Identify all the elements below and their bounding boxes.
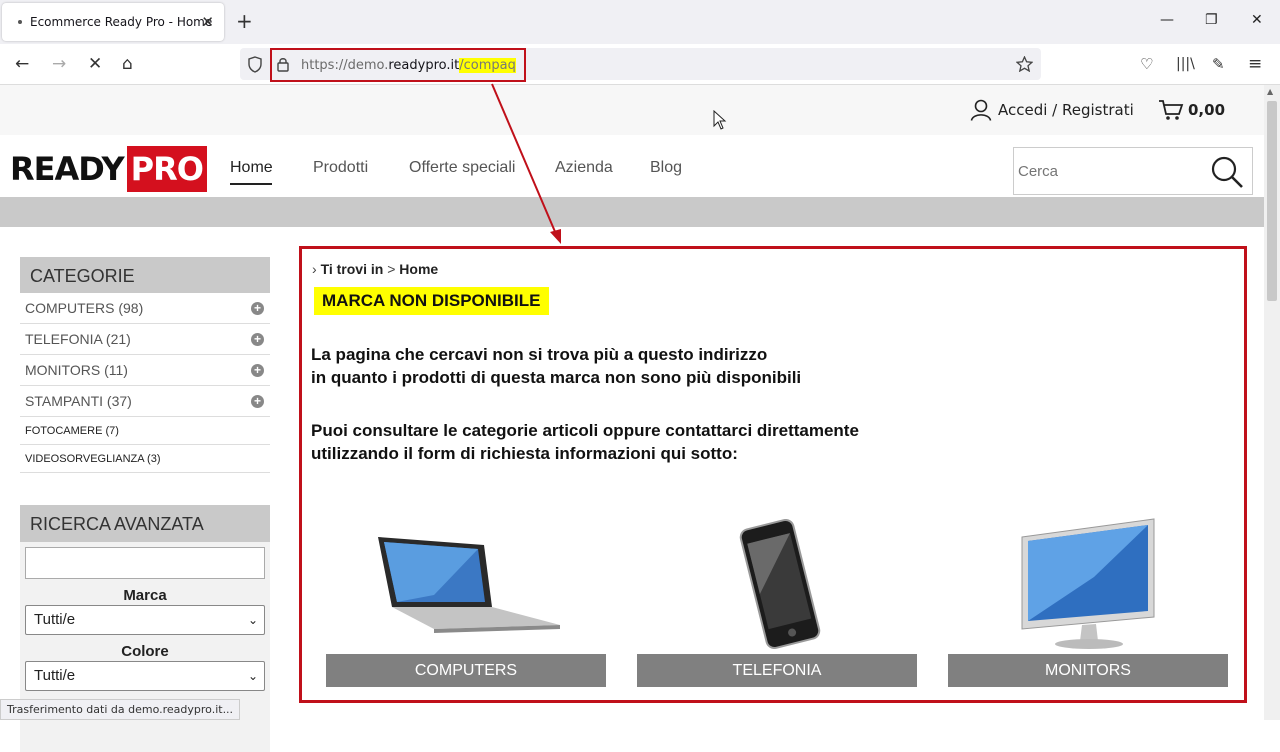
category-card-computers[interactable]: COMPUTERS — [326, 515, 606, 687]
marca-label: Marca — [123, 587, 167, 604]
message-line: La pagina che cercavi non si trova più a… — [311, 345, 768, 364]
advanced-search-title: RICERCA AVANZATA — [20, 505, 270, 542]
breadcrumb: › Ti trovi in > Home — [312, 261, 438, 277]
active-underline — [230, 183, 272, 185]
search-box — [1013, 147, 1253, 195]
message-line: Puoi consultare le categorie articoli op… — [311, 421, 859, 440]
card-button-telefonia[interactable]: TELEFONIA — [637, 654, 917, 687]
breadcrumb-separator: > — [387, 261, 396, 277]
chevron-down-icon: ⌄ — [247, 669, 258, 683]
message-line: utilizzando il form di richiesta informa… — [311, 444, 738, 463]
chevron-down-icon: ⌄ — [247, 613, 258, 627]
expand-plus-icon[interactable]: + — [251, 332, 264, 346]
card-button-computers[interactable]: COMPUTERS — [326, 654, 606, 687]
scroll-thumb[interactable] — [1267, 101, 1277, 301]
search-icon[interactable] — [1210, 155, 1244, 189]
library-icon[interactable]: |||\ — [1176, 54, 1195, 74]
expand-plus-icon[interactable]: + — [251, 363, 264, 377]
nav-offerte-speciali[interactable]: Offerte speciali — [409, 159, 515, 177]
category-card-telefonia[interactable]: TELEFONIA — [637, 515, 917, 687]
category-label: COMPUTERS (98) — [25, 300, 144, 316]
browser-tab[interactable]: Ecommerce Ready Pro - Home ✕ — [2, 3, 224, 41]
monitor-icon — [1021, 518, 1155, 649]
cart-icon — [1159, 100, 1184, 120]
colore-value: Tutti/e — [34, 667, 76, 684]
category-item[interactable]: FOTOCAMERE (7) — [20, 417, 270, 445]
expand-plus-icon[interactable]: + — [251, 394, 264, 408]
category-label: STAMPANTI (37) — [25, 393, 132, 409]
nav-blog[interactable]: Blog — [650, 159, 682, 177]
page-title: MARCA NON DISPONIBILE — [314, 287, 549, 315]
browser-status-bar: Trasferimento dati da demo.readypro.it..… — [0, 699, 241, 720]
breadcrumb-home[interactable]: Home — [399, 261, 438, 277]
nav-prodotti[interactable]: Prodotti — [313, 159, 368, 177]
stop-icon[interactable]: ✕ — [88, 54, 102, 74]
category-item[interactable]: STAMPANTI (37) + — [20, 386, 270, 417]
categories-title: CATEGORIE — [20, 257, 270, 293]
category-label: MONITORS (11) — [25, 362, 128, 378]
category-item[interactable]: MONITORS (11) + — [20, 355, 270, 386]
categories-panel: CATEGORIE COMPUTERS (98) + TELEFONIA (21)… — [20, 257, 270, 473]
card-button-monitors[interactable]: MONITORS — [948, 654, 1228, 687]
advanced-search-input[interactable] — [25, 547, 265, 579]
marca-select[interactable]: Tutti/e ⌄ — [25, 605, 265, 635]
laptop-icon — [378, 537, 560, 633]
logo-text-pro: PRO — [126, 146, 207, 192]
forward-icon[interactable]: → — [52, 54, 66, 74]
restore-icon[interactable]: ❐ — [1205, 12, 1218, 28]
category-item[interactable]: TELEFONIA (21) + — [20, 324, 270, 355]
advanced-search-body: Marca Tutti/e ⌄ Colore Tutti/e ⌄ — [20, 542, 270, 752]
loading-indicator-icon — [18, 20, 22, 24]
browser-nav-bar: ← → ✕ ⌂ https://demo.readypro.it/compaq … — [0, 44, 1280, 85]
logo-text-ready: READY — [10, 150, 125, 188]
main-content-annotation-box: › Ti trovi in > Home MARCA NON DISPONIBI… — [299, 246, 1247, 703]
colore-select[interactable]: Tutti/e ⌄ — [25, 661, 265, 691]
readypro-logo[interactable]: READY PRO — [10, 146, 207, 192]
nav-home[interactable]: Home — [230, 159, 273, 177]
colore-label: Colore — [121, 643, 169, 660]
marca-value: Tutti/e — [34, 611, 76, 628]
account-label: Accedi / Registrati — [998, 101, 1134, 119]
message-line: in quanto i prodotti di questa marca non… — [311, 368, 802, 387]
close-tab-icon[interactable]: ✕ — [201, 13, 214, 31]
browser-tab-bar: Ecommerce Ready Pro - Home ✕ + — ❐ ✕ — [0, 0, 1280, 44]
expand-plus-icon[interactable]: + — [251, 301, 264, 315]
category-label: VIDEOSORVEGLIANZA (3) — [25, 452, 161, 465]
category-card-monitors[interactable]: MONITORS — [948, 515, 1228, 687]
cart-link[interactable]: 0,00 — [1158, 99, 1225, 121]
category-item[interactable]: VIDEOSORVEGLIANZA (3) — [20, 445, 270, 473]
category-item[interactable]: COMPUTERS (98) + — [20, 293, 270, 324]
mouse-cursor-icon — [713, 110, 727, 130]
back-icon[interactable]: ← — [15, 54, 29, 74]
menu-icon[interactable]: ≡ — [1248, 54, 1262, 74]
search-input[interactable] — [1014, 148, 1194, 194]
close-window-icon[interactable]: ✕ — [1251, 12, 1263, 28]
shield-icon[interactable] — [247, 56, 263, 73]
tab-title: Ecommerce Ready Pro - Home — [30, 15, 213, 29]
new-tab-icon[interactable]: + — [236, 11, 253, 31]
account-link[interactable]: Accedi / Registrati — [970, 99, 1134, 121]
page-scrollbar[interactable]: ▲ — [1264, 85, 1280, 720]
smartphone-icon — [739, 519, 821, 649]
home-icon[interactable]: ⌂ — [122, 54, 133, 74]
url-annotation-box — [270, 48, 526, 82]
site-header: READY PRO Home Prodotti Offerte speciali … — [0, 135, 1264, 197]
breadcrumb-label: Ti trovi in — [320, 261, 384, 277]
minimize-icon[interactable]: — — [1160, 12, 1174, 28]
extensions-icon[interactable]: ✎ — [1212, 54, 1225, 74]
user-icon — [970, 99, 992, 121]
pocket-icon[interactable]: ♡ — [1140, 54, 1153, 74]
cart-total: 0,00 — [1188, 101, 1226, 119]
breadcrumb-chevron-icon: › — [312, 261, 317, 277]
gray-banner — [0, 197, 1264, 227]
scroll-up-icon[interactable]: ▲ — [1267, 87, 1273, 96]
category-label: FOTOCAMERE (7) — [25, 424, 119, 437]
category-label: TELEFONIA (21) — [25, 331, 131, 347]
nav-azienda[interactable]: Azienda — [555, 159, 613, 177]
bookmark-star-icon[interactable] — [1016, 56, 1033, 72]
